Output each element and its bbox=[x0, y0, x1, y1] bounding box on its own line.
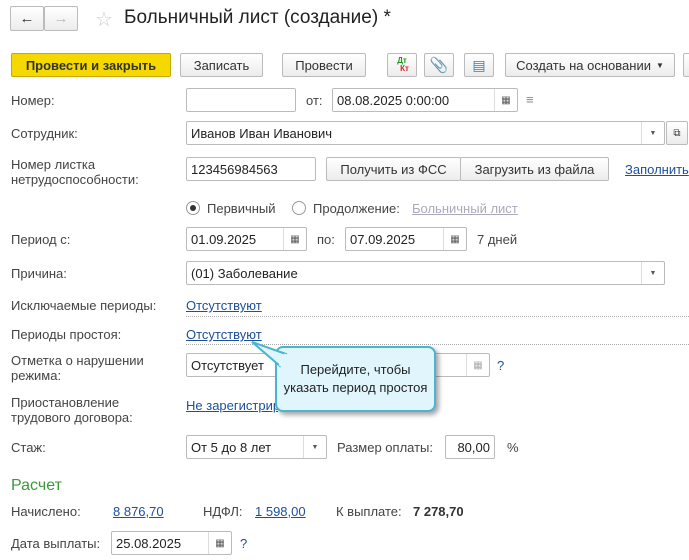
pay-unit: % bbox=[507, 440, 519, 455]
continuation-link[interactable]: Больничный лист bbox=[412, 201, 518, 216]
primary-radio[interactable] bbox=[186, 201, 200, 215]
ndfl-link[interactable]: 1 598,00 bbox=[255, 504, 306, 519]
employee-input[interactable]: Иванов Иван Иванович ▼ bbox=[186, 121, 665, 145]
open-employee-button[interactable]: ⧉ bbox=[666, 121, 688, 145]
chevron-down-icon[interactable]: ▼ bbox=[641, 262, 664, 284]
continuation-label: Продолжение: bbox=[313, 201, 400, 216]
help-icon[interactable]: ? bbox=[497, 358, 504, 373]
paydate-label: Дата выплаты: bbox=[11, 536, 101, 551]
paperclip-icon: 📎 bbox=[429, 57, 449, 74]
get-from-fss-button[interactable]: Получить из ФСС bbox=[326, 157, 461, 181]
chevron-down-icon: ▼ bbox=[655, 60, 664, 70]
calendar-icon[interactable]: ▦ bbox=[494, 89, 517, 111]
number-input[interactable] bbox=[186, 88, 296, 112]
topay-label: К выплате: bbox=[336, 504, 402, 519]
calc-section-title: Расчет bbox=[11, 477, 62, 494]
fill-link[interactable]: Заполнить bbox=[625, 162, 689, 177]
calendar-icon[interactable]: ▦ bbox=[208, 532, 231, 554]
accrued-link[interactable]: 8 876,70 bbox=[113, 504, 164, 519]
paydate-input[interactable]: 25.08.2025 ▦ bbox=[111, 531, 232, 555]
suspension-link[interactable]: Не зарегистрировано bbox=[186, 398, 278, 413]
more-button[interactable] bbox=[683, 53, 689, 77]
chevron-down-icon[interactable]: ▼ bbox=[303, 436, 326, 458]
comment-icon[interactable]: ≡ bbox=[526, 92, 534, 107]
topay-value: 7 278,70 bbox=[413, 504, 464, 519]
back-button[interactable]: ← bbox=[10, 6, 44, 31]
divider bbox=[186, 316, 689, 317]
number-label: Номер: bbox=[11, 93, 55, 108]
experience-select[interactable]: От 5 до 8 лет ▼ bbox=[186, 435, 327, 459]
excluded-label: Исключаемые периоды: bbox=[11, 298, 157, 313]
hierarchy-icon: ▤ bbox=[472, 56, 486, 73]
period-label: Период с: bbox=[11, 232, 71, 247]
sheet-label: Номер листка нетрудоспособности: bbox=[11, 157, 139, 187]
date-label: от: bbox=[306, 93, 323, 108]
create-based-button[interactable]: Создать на основании ▼ bbox=[505, 53, 675, 77]
open-icon: ⧉ bbox=[673, 127, 681, 139]
pay-label: Размер оплаты: bbox=[337, 440, 434, 455]
calendar-icon[interactable]: ▦ bbox=[443, 228, 466, 250]
experience-label: Стаж: bbox=[11, 440, 46, 455]
help-icon[interactable]: ? bbox=[240, 536, 247, 551]
forward-button[interactable]: → bbox=[44, 6, 78, 31]
suspension-label: Приостановление трудового договора: bbox=[11, 395, 133, 425]
accrued-label: Начислено: bbox=[11, 504, 81, 519]
structure-button[interactable]: ▤ bbox=[464, 53, 494, 77]
period-to-label: по: bbox=[317, 232, 335, 247]
attachment-button[interactable]: 📎 bbox=[424, 53, 454, 77]
days-count: 7 дней bbox=[477, 232, 518, 247]
pay-input[interactable]: 80,00 bbox=[445, 435, 495, 459]
period-from-input[interactable]: 01.09.2025 ▦ bbox=[186, 227, 307, 251]
reason-label: Причина: bbox=[11, 266, 67, 281]
save-button[interactable]: Записать bbox=[180, 53, 263, 77]
page-title: Больничный лист (создание) * bbox=[124, 7, 391, 28]
continuation-radio[interactable] bbox=[292, 201, 306, 215]
post-and-close-button[interactable]: Провести и закрыть bbox=[11, 53, 171, 77]
load-from-file-button[interactable]: Загрузить из файла bbox=[460, 157, 609, 181]
employee-label: Сотрудник: bbox=[11, 126, 78, 141]
violation-label: Отметка о нарушении режима: bbox=[11, 353, 144, 383]
star-icon[interactable]: ☆ bbox=[95, 7, 113, 32]
tooltip-pointer bbox=[251, 341, 288, 368]
excluded-periods-link[interactable]: Отсутствуют bbox=[186, 298, 262, 313]
chevron-down-icon[interactable]: ▼ bbox=[641, 122, 664, 144]
period-to-input[interactable]: 07.09.2025 ▦ bbox=[345, 227, 467, 251]
dt-kt-button[interactable]: Дт Кт bbox=[387, 53, 417, 77]
calendar-icon[interactable]: ▦ bbox=[466, 354, 489, 376]
post-button[interactable]: Провести bbox=[282, 53, 366, 77]
sheet-number-input[interactable]: 123456984563 bbox=[186, 157, 316, 181]
idle-label: Периоды простоя: bbox=[11, 327, 122, 342]
calendar-icon[interactable]: ▦ bbox=[283, 228, 306, 250]
tooltip: Перейдите, чтобы указать период простоя bbox=[275, 346, 436, 412]
ndfl-label: НДФЛ: bbox=[203, 504, 243, 519]
kt-icon: Кт bbox=[400, 64, 409, 73]
date-input[interactable]: 08.08.2025 0:00:00 ▦ bbox=[332, 88, 518, 112]
primary-label: Первичный bbox=[207, 201, 276, 216]
reason-select[interactable]: (01) Заболевание ▼ bbox=[186, 261, 665, 285]
